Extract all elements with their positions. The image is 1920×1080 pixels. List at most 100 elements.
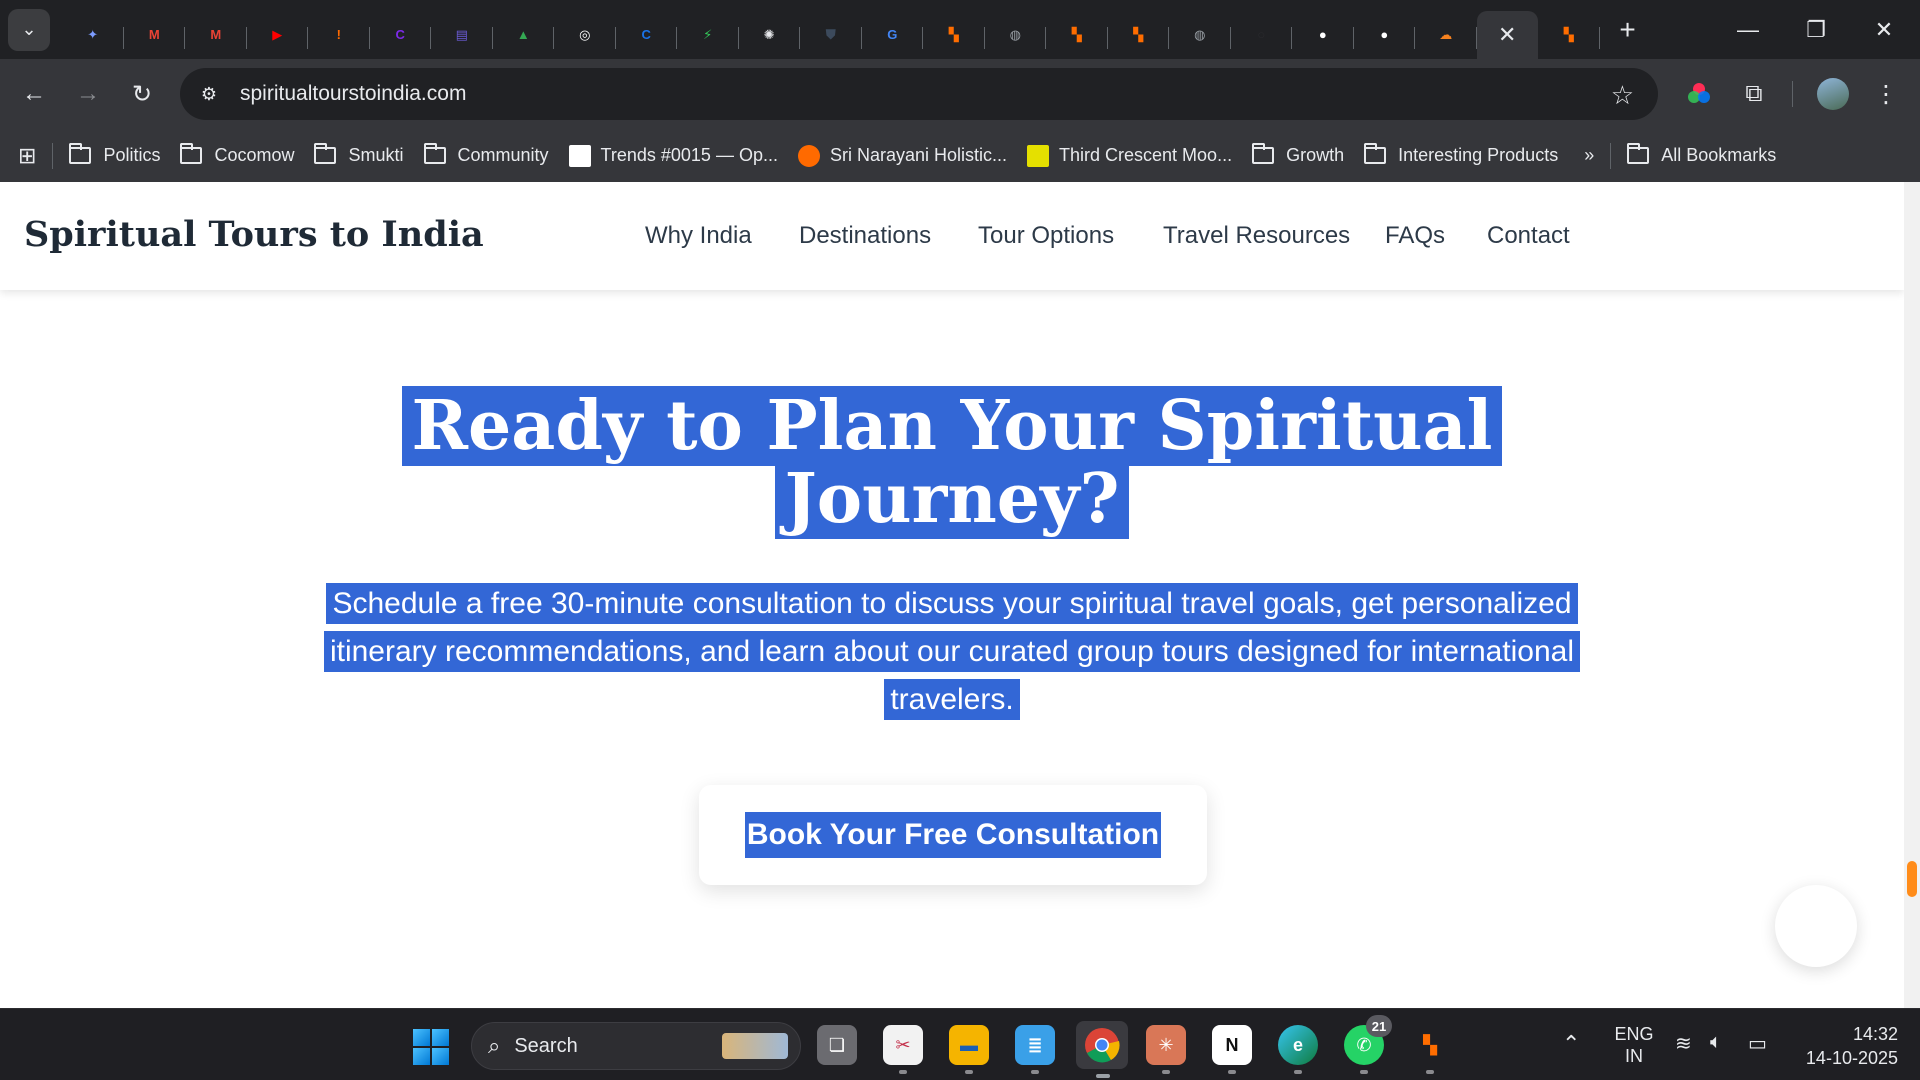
address-bar[interactable]: ⚙ spiritualtourstoindia.com ☆	[180, 68, 1658, 120]
language-indicator[interactable]: ENG IN	[1612, 1023, 1656, 1067]
browser-tab[interactable]: C	[370, 11, 432, 59]
hero-title-text: Ready to Plan Your Spiritual	[401, 386, 1503, 466]
minimize-icon: —	[1737, 16, 1759, 42]
browser-tab[interactable]: ▚	[1046, 11, 1108, 59]
browser-tab[interactable]: ▚	[1538, 11, 1600, 59]
close-icon: ✕	[1874, 16, 1894, 42]
app-running-indicator	[965, 1070, 973, 1074]
browser-tab[interactable]: !	[308, 11, 370, 59]
nav-link-contact[interactable]: Contact	[1487, 222, 1570, 250]
clock-date: 14-10-2025	[1805, 1048, 1898, 1068]
bookmark-folder[interactable]: Interesting Products	[1354, 138, 1568, 174]
browser-tab[interactable]: ⚡	[677, 11, 739, 59]
youtube-icon: ▶	[272, 26, 283, 42]
minimize-button[interactable]: —	[1714, 0, 1782, 59]
cloudflare-icon: ☁	[1439, 26, 1453, 42]
browser-tab[interactable]: ✕	[1476, 10, 1538, 59]
dark-circle-icon: ○	[1257, 27, 1266, 42]
volume-icon[interactable]: 🔈︎	[1710, 1031, 1722, 1054]
orange-blocks-icon[interactable]: ▚	[1410, 1025, 1450, 1074]
bookmark-divider	[52, 142, 54, 169]
browser-tab[interactable]: ◎	[554, 11, 616, 59]
task-view-icon[interactable]: ❏	[817, 1025, 857, 1065]
site-info-button[interactable]: ⚙	[192, 77, 226, 111]
browser-tab[interactable]: M	[124, 11, 186, 59]
bookmark-link[interactable]: Trends #0015 — Op...	[559, 138, 788, 174]
bookmark-folder[interactable]: Growth	[1242, 138, 1354, 174]
browser-menu-icon[interactable]: ⋮	[1870, 78, 1902, 110]
bookmark-folder[interactable]: Cocomow	[170, 138, 304, 174]
forward-button[interactable]: →	[68, 74, 108, 114]
snipping-tool-icon[interactable]: ✂	[883, 1025, 923, 1074]
browser-tab[interactable]: ▚	[923, 11, 985, 59]
chrome-taskbar-icon[interactable]	[1076, 1021, 1128, 1078]
file-explorer-icon[interactable]: ▬	[949, 1025, 989, 1074]
extensions-puzzle-icon[interactable]: ⧉	[1738, 78, 1770, 110]
browser-tab[interactable]: ▚	[1108, 11, 1170, 59]
scrollbar-thumb[interactable]	[1907, 861, 1917, 897]
nav-link-destinations[interactable]: Destinations	[799, 222, 931, 250]
browser-tab[interactable]: ✺	[739, 11, 801, 59]
nav-link-travel-resources[interactable]: Travel Resources	[1163, 222, 1350, 250]
page-scrollbar[interactable]	[1904, 182, 1920, 1008]
close-icon[interactable]: ✕	[1498, 22, 1516, 48]
browser-tab[interactable]: ✦	[62, 11, 124, 59]
browser-tab[interactable]: ▶	[247, 11, 309, 59]
clock[interactable]: 14:32 14-10-2025	[1794, 1022, 1898, 1070]
edge-icon[interactable]: e	[1278, 1025, 1318, 1074]
restore-button[interactable]: ❐	[1782, 0, 1850, 59]
book-consultation-label: Book Your Free Consultation	[744, 812, 1162, 858]
bookmark-folder[interactable]: Community	[414, 138, 559, 174]
browser-tab[interactable]: ●	[1354, 11, 1416, 59]
site-logo[interactable]: Spiritual Tours to India	[24, 214, 484, 255]
profile-avatar[interactable]	[1817, 78, 1849, 110]
browser-tab[interactable]: ◍	[985, 11, 1047, 59]
notion-icon[interactable]: N	[1212, 1025, 1252, 1074]
browser-tab[interactable]: G	[862, 11, 924, 59]
new-tab-button[interactable]: +	[1608, 10, 1648, 50]
bookmark-folder[interactable]: Politics	[59, 138, 170, 174]
whatsapp-icon[interactable]: ✆ 21	[1344, 1015, 1392, 1074]
battery-icon[interactable]: ▭	[1748, 1031, 1767, 1056]
sri-narayani-icon	[797, 144, 820, 167]
reload-button[interactable]: ↻	[122, 74, 162, 114]
browser-tab[interactable]: ◍	[1169, 11, 1231, 59]
claude-icon[interactable]: ✳	[1146, 1025, 1186, 1074]
folder-icon	[1252, 143, 1275, 164]
floating-action-button[interactable]	[1775, 885, 1857, 967]
nav-link-why-india[interactable]: Why India	[645, 222, 752, 250]
bookmark-link[interactable]: Sri Narayani Holistic...	[788, 138, 1017, 174]
bookmark-link[interactable]: Third Crescent Moo...	[1017, 138, 1242, 174]
nav-link-tour-options[interactable]: Tour Options	[978, 222, 1114, 250]
browser-tab[interactable]: ☁	[1415, 11, 1477, 59]
taskbar-search-box[interactable]: ⌕ Search	[471, 1022, 801, 1070]
notepad-icon[interactable]: ≣	[1015, 1025, 1055, 1074]
browser-toolbar: ← → ↻ ⚙ spiritualtourstoindia.com ☆ ⧉ ⋮	[0, 59, 1920, 129]
windows-start-button[interactable]	[413, 1029, 449, 1065]
book-consultation-button[interactable]: Book Your Free Consultation	[699, 785, 1207, 885]
browser-tab[interactable]: ▲	[493, 11, 555, 59]
color-extension-icon[interactable]	[1683, 78, 1715, 110]
all-bookmarks-label: All Bookmarks	[1661, 145, 1777, 165]
all-bookmarks-folder[interactable]: All Bookmarks	[1617, 138, 1786, 174]
region-text: IN	[1625, 1046, 1643, 1066]
browser-tab[interactable]: ▤	[431, 11, 493, 59]
more-bookmarks-button[interactable]: »	[1574, 138, 1604, 174]
wifi-icon[interactable]: ≋	[1675, 1031, 1692, 1056]
bookmark-folder[interactable]: Smukti	[304, 138, 413, 174]
bolt-icon: ⚡	[703, 26, 713, 42]
browser-tab[interactable]: ⛊	[800, 11, 862, 59]
browser-tab[interactable]: C	[616, 11, 678, 59]
tab-search-button[interactable]: ⌄	[8, 8, 50, 51]
url-text[interactable]: spiritualtourstoindia.com	[240, 82, 466, 106]
tray-overflow-chevron-icon[interactable]: ⌃	[1562, 1031, 1580, 1057]
nav-link-faqs[interactable]: FAQs	[1385, 222, 1445, 250]
browser-tab[interactable]: ●	[1292, 11, 1354, 59]
browser-tab[interactable]: M	[185, 11, 247, 59]
back-button[interactable]: ←	[14, 74, 54, 114]
bookmark-star-icon[interactable]: ☆	[1611, 80, 1634, 111]
browser-tab[interactable]: ○	[1231, 11, 1293, 59]
close-window-button[interactable]: ✕	[1850, 0, 1918, 59]
globe-icon: ◍	[1009, 26, 1021, 42]
apps-grid-button[interactable]: ⊞	[8, 138, 46, 174]
